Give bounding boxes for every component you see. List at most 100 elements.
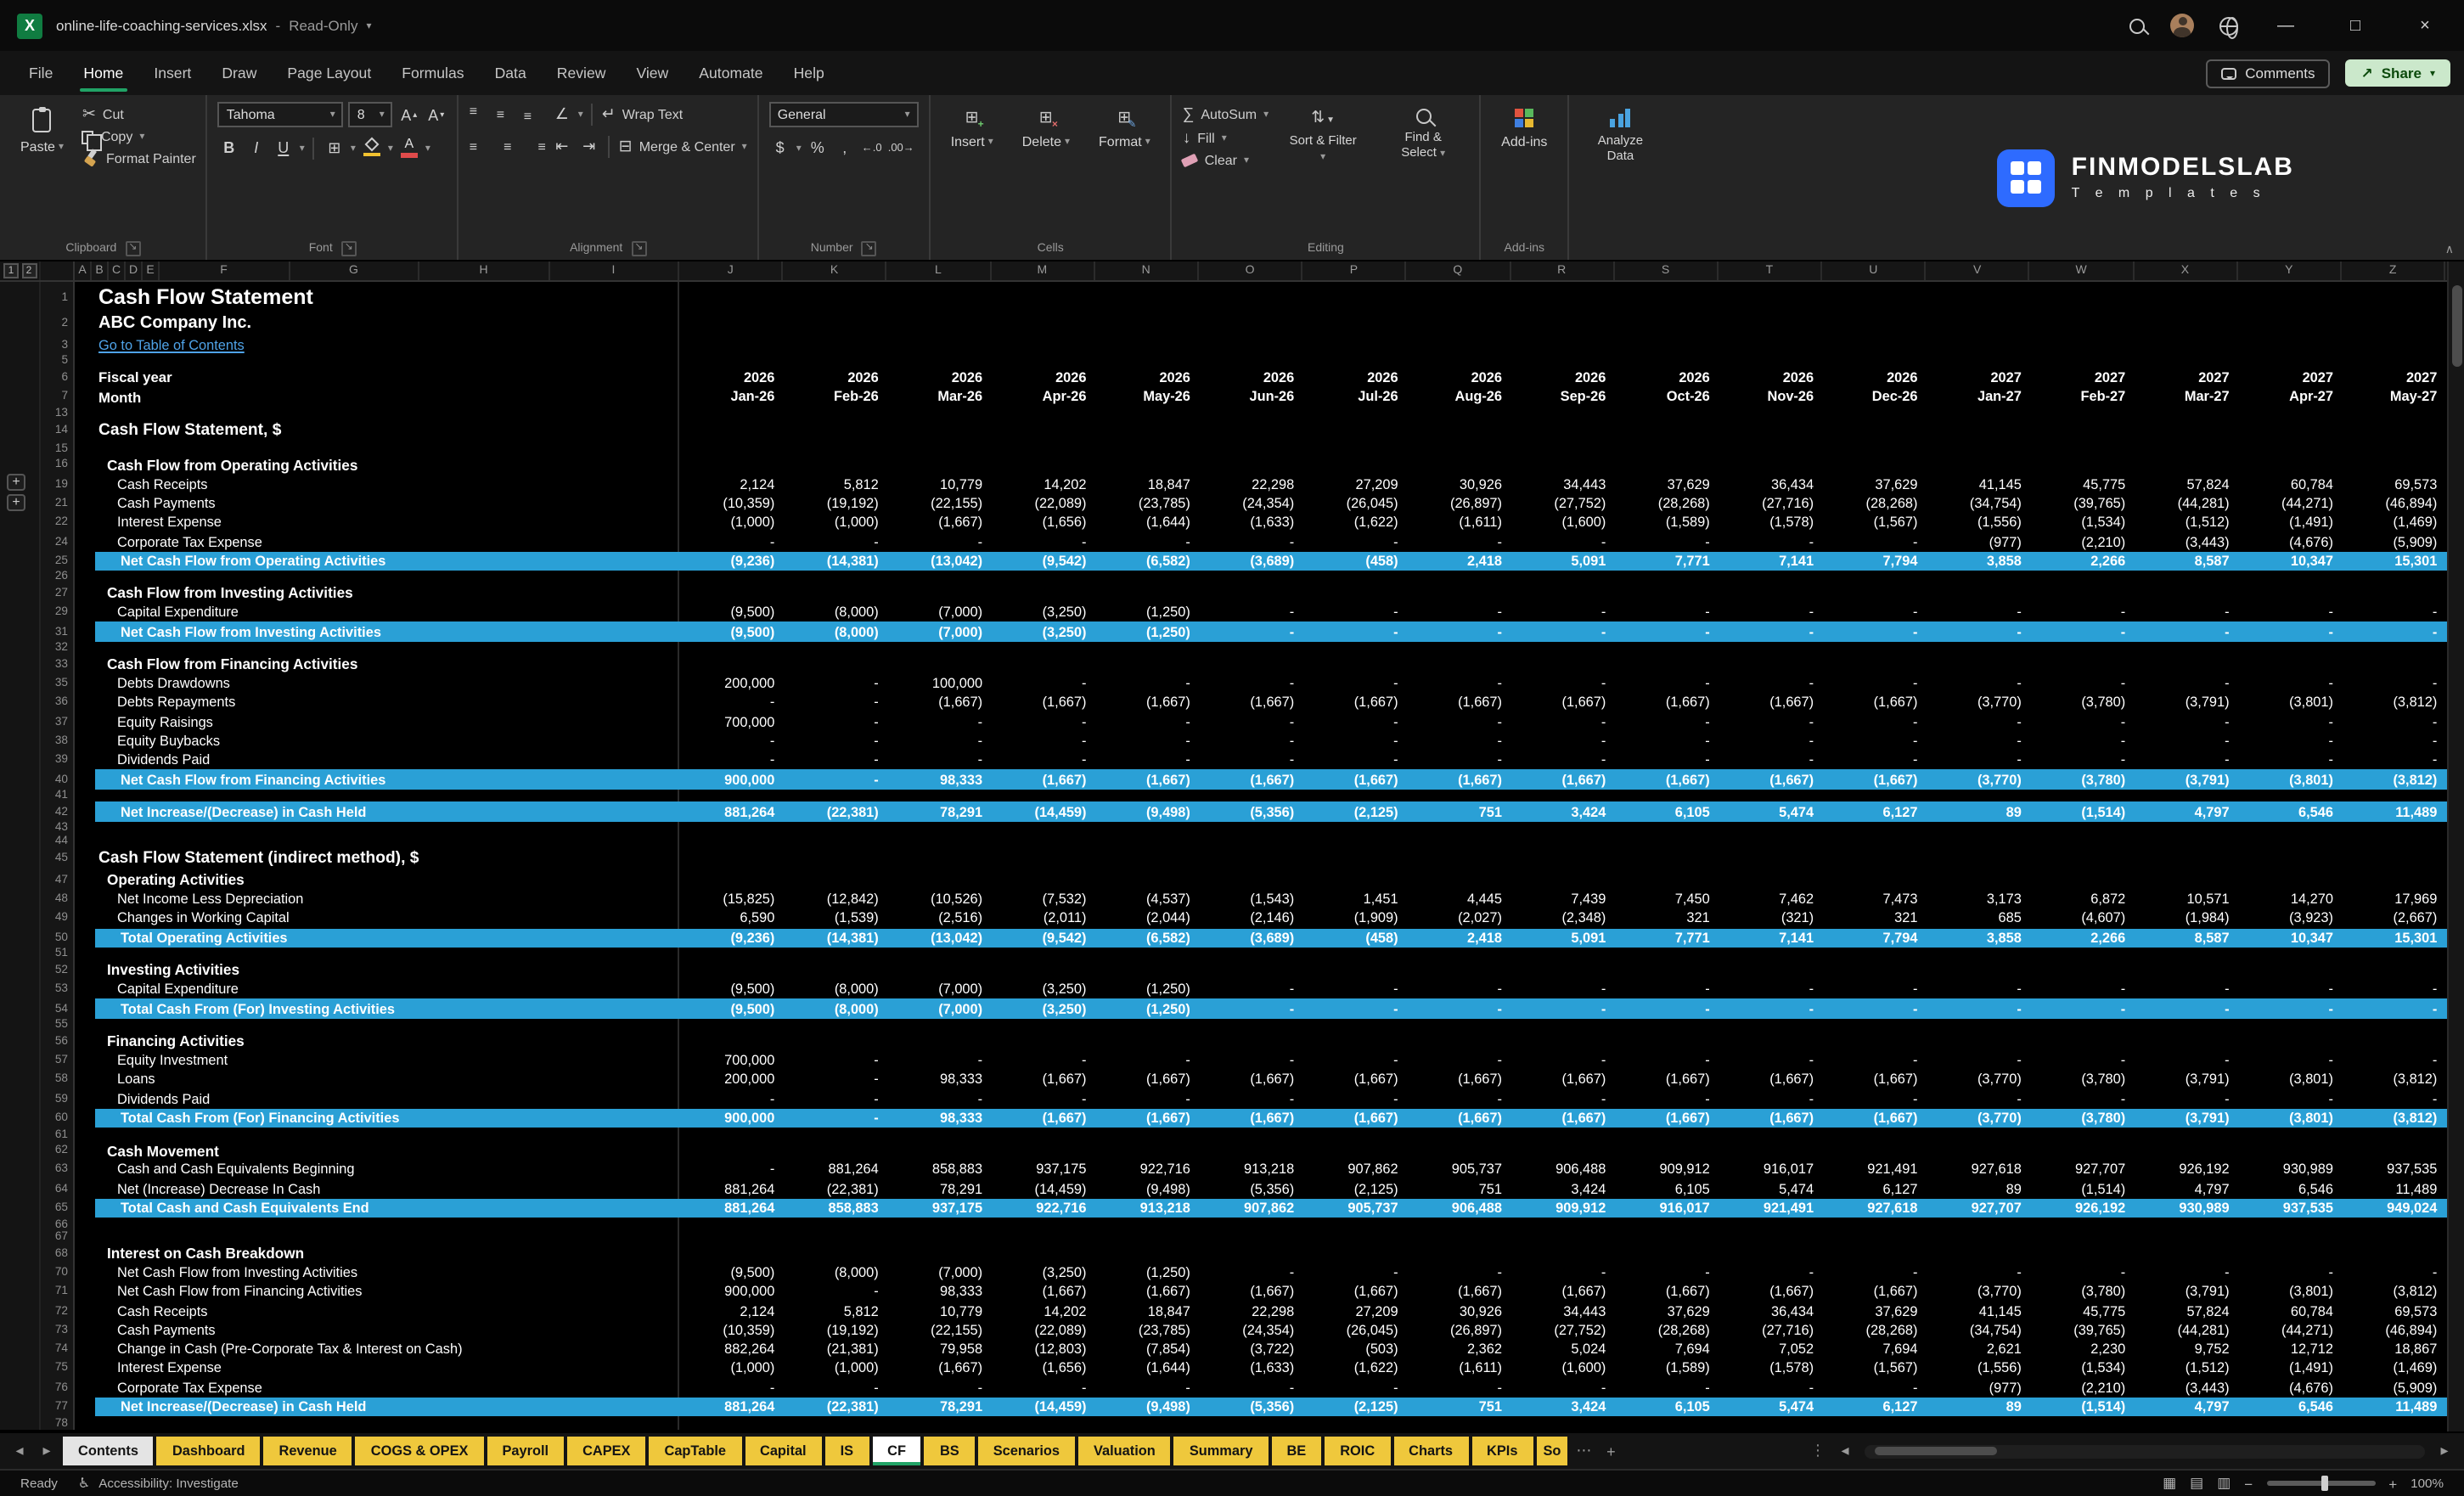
grid-cell[interactable]: 98,333 bbox=[887, 1070, 991, 1089]
grid-cell[interactable]: 5,091 bbox=[1510, 551, 1614, 571]
grid-cell[interactable]: - bbox=[1719, 1378, 1822, 1398]
scroll-right-arrow-icon[interactable]: ▸ bbox=[2433, 1442, 2456, 1460]
grid-cell[interactable]: (3,250) bbox=[991, 999, 1094, 1019]
grid-cell[interactable]: 2027 bbox=[2238, 368, 2342, 387]
column-header-X[interactable]: X bbox=[2134, 262, 2237, 280]
analyze-data-button[interactable]: Analyze Data bbox=[1579, 102, 1661, 164]
grid-cell[interactable]: Oct-26 bbox=[1614, 387, 1718, 407]
grid-cell[interactable]: (46,894) bbox=[2342, 494, 2445, 514]
grid-cell[interactable]: (3,443) bbox=[2134, 1378, 2237, 1398]
grid-cell[interactable]: (1,491) bbox=[2238, 513, 2342, 532]
grid-cell[interactable]: - bbox=[1095, 1089, 1199, 1109]
column-header-Z[interactable]: Z bbox=[2342, 262, 2445, 280]
grid-cell[interactable]: (1,667) bbox=[991, 1282, 1094, 1302]
column-header-K[interactable]: K bbox=[783, 262, 886, 280]
column-header-R[interactable]: R bbox=[1510, 262, 1614, 280]
grid-cell[interactable]: (22,381) bbox=[783, 802, 886, 822]
grid-cell[interactable]: - bbox=[1719, 1263, 1822, 1283]
row-number-75[interactable]: 75 bbox=[41, 1359, 75, 1379]
grid-cell[interactable]: 34,443 bbox=[1510, 1302, 1614, 1321]
grid-cell[interactable]: (1,667) bbox=[1719, 1109, 1822, 1128]
grid-cell[interactable]: 5,812 bbox=[783, 1302, 886, 1321]
column-header-O[interactable]: O bbox=[1199, 262, 1302, 280]
grid-cell[interactable]: - bbox=[1927, 1089, 2030, 1109]
grid-cell[interactable]: 700,000 bbox=[679, 1051, 783, 1071]
grid-cell[interactable]: Jan-26 bbox=[679, 387, 783, 407]
grid-cell[interactable]: - bbox=[1510, 532, 1614, 552]
font-dialog-launcher-icon[interactable]: ↘ bbox=[341, 240, 357, 256]
grid-cell[interactable]: (3,780) bbox=[2030, 770, 2134, 790]
menu-tab-view[interactable]: View bbox=[621, 53, 684, 93]
column-header-H[interactable]: H bbox=[419, 262, 549, 280]
grid-cell[interactable]: (3,812) bbox=[2342, 1070, 2445, 1089]
grid-cell[interactable]: (2,044) bbox=[1095, 909, 1199, 929]
grid-cell[interactable]: (9,500) bbox=[679, 1263, 783, 1283]
grid-cell[interactable]: 41,145 bbox=[1927, 475, 2030, 494]
zoom-level[interactable]: 100% bbox=[2411, 1476, 2444, 1491]
grid-cell[interactable]: - bbox=[1822, 980, 1926, 999]
sheet-tab-capex[interactable]: CAPEX bbox=[567, 1437, 645, 1465]
grid-cell[interactable]: - bbox=[1927, 674, 2030, 694]
grid-cell[interactable]: - bbox=[1199, 712, 1302, 732]
sheet-tab-cogs-opex[interactable]: COGS & OPEX bbox=[356, 1437, 484, 1465]
grid-cell[interactable]: (9,498) bbox=[1095, 1398, 1199, 1417]
grid-cell[interactable]: (977) bbox=[1927, 532, 2030, 552]
grid-cell[interactable]: (3,801) bbox=[2238, 770, 2342, 790]
grid-cell[interactable]: (1,667) bbox=[1510, 1109, 1614, 1128]
grid-cell[interactable]: - bbox=[1822, 751, 1926, 770]
grid-cell[interactable]: (2,516) bbox=[887, 909, 991, 929]
grid-cell[interactable]: 858,883 bbox=[783, 1199, 886, 1218]
grid-cell[interactable]: - bbox=[2030, 751, 2134, 770]
grid-cell[interactable]: - bbox=[1614, 622, 1718, 642]
grid-cell[interactable]: 11,489 bbox=[2342, 1398, 2445, 1417]
row-number-2[interactable]: 2 bbox=[41, 312, 75, 335]
grid-cell[interactable]: (3,780) bbox=[2030, 1070, 2134, 1089]
grid-cell[interactable]: - bbox=[1510, 674, 1614, 694]
find-select-button[interactable]: Find & Select ▾ bbox=[1377, 102, 1469, 160]
row-number-25[interactable]: 25 bbox=[41, 551, 75, 571]
grid-cell[interactable]: (2,210) bbox=[2030, 1378, 2134, 1398]
grid-cell[interactable]: Apr-26 bbox=[991, 387, 1094, 407]
grid-cell[interactable]: - bbox=[1927, 1263, 2030, 1283]
grid-cell[interactable]: (3,250) bbox=[991, 603, 1094, 622]
grid-cell[interactable]: 11,489 bbox=[2342, 802, 2445, 822]
grid-cell[interactable]: (14,381) bbox=[783, 551, 886, 571]
row-number-24[interactable]: 24 bbox=[41, 532, 75, 552]
grid-cell[interactable]: (1,633) bbox=[1199, 1359, 1302, 1379]
grid-cell[interactable]: - bbox=[1719, 674, 1822, 694]
grid-cell[interactable]: (1,644) bbox=[1095, 513, 1199, 532]
grid-cell[interactable]: - bbox=[2342, 1263, 2445, 1283]
grid-cell[interactable]: 10,347 bbox=[2238, 928, 2342, 948]
grid-cell[interactable]: (1,556) bbox=[1927, 1359, 2030, 1379]
grid-cell[interactable]: - bbox=[887, 751, 991, 770]
grid-cell[interactable]: (1,600) bbox=[1510, 1359, 1614, 1379]
grid-cell[interactable]: 7,141 bbox=[1719, 551, 1822, 571]
grid-cell[interactable]: (3,770) bbox=[1927, 1070, 2030, 1089]
grid-cell[interactable]: 7,694 bbox=[1822, 1340, 1926, 1359]
grid-cell[interactable]: (14,459) bbox=[991, 802, 1094, 822]
grid-cell[interactable]: - bbox=[1095, 674, 1199, 694]
grid-cell[interactable]: Aug-26 bbox=[1407, 387, 1510, 407]
grid-cell[interactable]: Mar-26 bbox=[887, 387, 991, 407]
orientation-button[interactable]: ∠ bbox=[551, 102, 573, 126]
grid-cell[interactable]: 45,775 bbox=[2030, 475, 2134, 494]
grid-cell[interactable]: - bbox=[1510, 712, 1614, 732]
grid-cell[interactable]: 858,883 bbox=[887, 1161, 991, 1180]
grid-cell[interactable]: - bbox=[2342, 603, 2445, 622]
grid-cell[interactable]: - bbox=[2134, 674, 2237, 694]
row-number-56[interactable]: 56 bbox=[41, 1032, 75, 1051]
grid-cell[interactable]: - bbox=[2238, 622, 2342, 642]
grid-cell[interactable]: (1,250) bbox=[1095, 603, 1199, 622]
column-header-W[interactable]: W bbox=[2030, 262, 2134, 280]
grid-cell[interactable]: - bbox=[2342, 622, 2445, 642]
grid-cell[interactable]: - bbox=[2134, 1263, 2237, 1283]
grid-cell[interactable]: (1,667) bbox=[1095, 1282, 1199, 1302]
grid-cell[interactable]: 921,491 bbox=[1719, 1199, 1822, 1218]
grid-cell[interactable]: - bbox=[1614, 751, 1718, 770]
grid-cell[interactable]: 69,573 bbox=[2342, 475, 2445, 494]
menu-tab-formulas[interactable]: Formulas bbox=[386, 53, 479, 93]
grid-cell[interactable]: 882,264 bbox=[679, 1340, 783, 1359]
grid-cell[interactable]: - bbox=[783, 674, 886, 694]
grid-cell[interactable]: (46,894) bbox=[2342, 1320, 2445, 1340]
row-number-62[interactable]: 62 bbox=[41, 1141, 75, 1161]
